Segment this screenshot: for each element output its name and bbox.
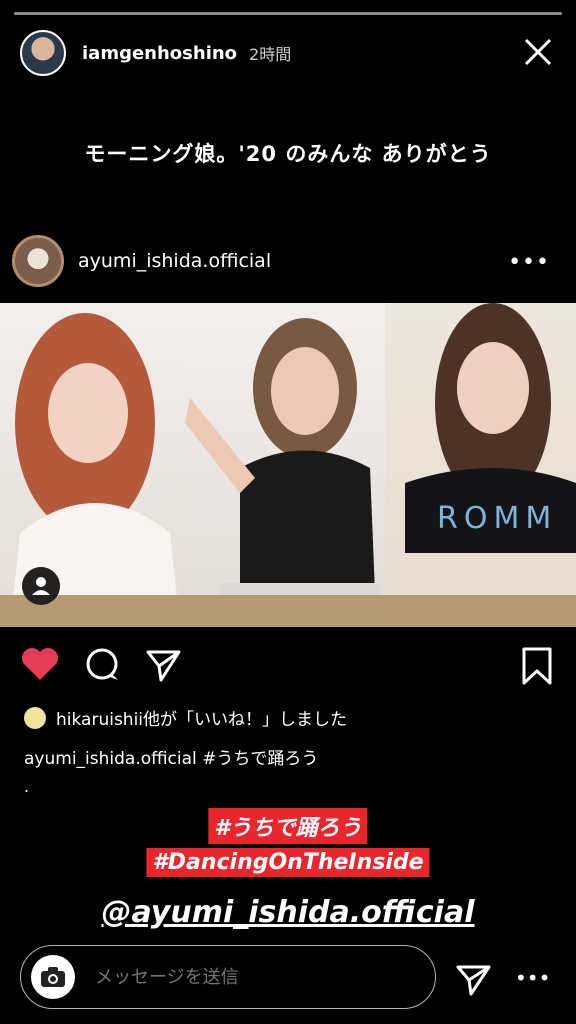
liker-avatar [24,706,46,729]
hashtag-sticker-dancing[interactable]: #DancingOnTheInside [146,848,430,877]
more-icon[interactable]: ••• [508,250,550,275]
bookmark-icon[interactable] [520,646,554,686]
camera-icon [41,967,65,987]
person-right-illustration: ROMM [405,303,576,553]
photo-panel-middle [180,303,390,627]
mention-sticker[interactable]: @ayumi_ishida.official [0,895,576,930]
person-middle-illustration [185,318,385,627]
reply-more-icon[interactable]: ••• [515,966,550,990]
caption-username[interactable]: ayumi_ishida.official [24,749,197,769]
post-header: ayumi_ishida.official ••• [12,232,564,290]
likes-line[interactable]: hikaruishii他が「いいね！」しました [24,705,347,730]
caption-dot: . [24,777,30,796]
photo-panel-right: ROMM [385,303,576,627]
reply-bar [20,945,436,1009]
heart-icon[interactable] [20,646,60,682]
send-icon[interactable] [456,961,492,997]
story-caption: モーニング娘。'20 のみんな ありがとう [84,142,492,166]
post-actions [0,640,576,690]
story-header: iamgenhoshino 2時間 [20,28,556,78]
reply-input[interactable] [93,965,397,989]
close-icon[interactable] [520,34,556,70]
story-time: 2時間 [249,45,292,64]
story-username[interactable]: iamgenhoshino [82,43,237,64]
post-photo: ROMM [0,303,576,627]
svg-text:ROMM: ROMM [437,501,557,536]
post-caption: ayumi_ishida.official #うちで踊ろう [24,744,318,769]
post-username[interactable]: ayumi_ishida.official [78,250,271,272]
comment-icon[interactable] [84,646,122,684]
post-avatar[interactable] [12,235,64,287]
photo-floor [0,595,576,627]
likes-text: hikaruishii他が「いいね！」しました [56,710,348,730]
caption-text[interactable]: #うちで踊ろう [202,749,318,769]
story-avatar[interactable] [20,30,66,76]
hashtag-sticker-uchide[interactable]: #うちで踊ろう [208,808,368,844]
story-progress-bar [14,12,562,15]
camera-button[interactable] [31,955,75,999]
user-tag-icon[interactable] [22,567,60,605]
share-icon[interactable] [145,646,183,684]
